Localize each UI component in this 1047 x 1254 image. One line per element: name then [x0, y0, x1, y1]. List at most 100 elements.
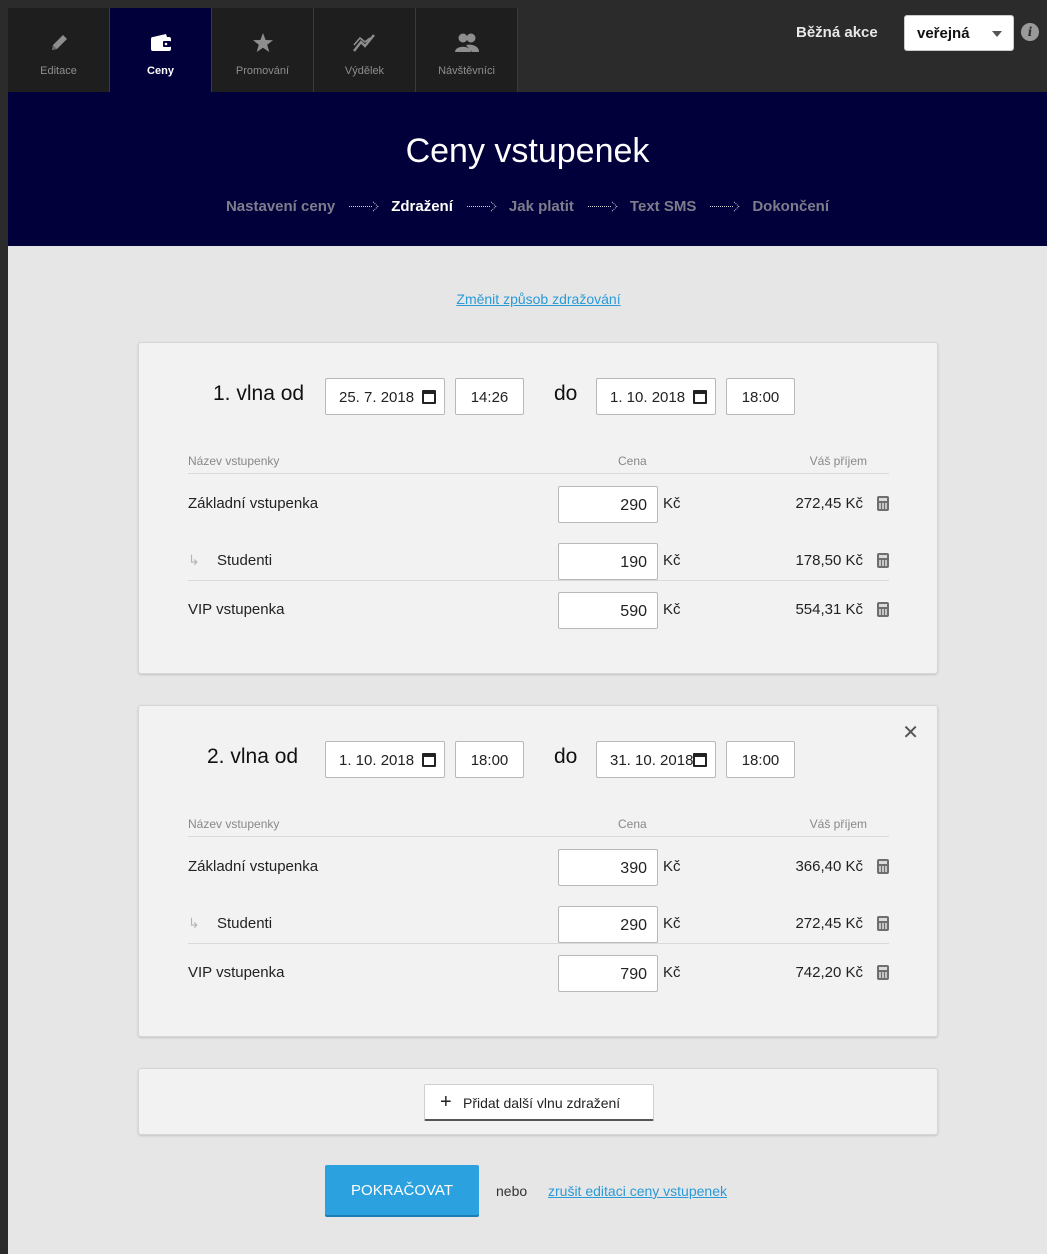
or-text: nebo [496, 1183, 528, 1199]
chart-line-icon [352, 30, 378, 56]
price-input[interactable]: 590 [558, 592, 658, 629]
to-time-field[interactable]: 18:00 [726, 378, 795, 415]
tab-label: Editace [40, 65, 77, 77]
to-date-value: 1. 10. 2018 [610, 389, 686, 406]
star-icon [250, 30, 276, 56]
tab-label: Promování [235, 65, 290, 77]
from-time-field[interactable]: 18:00 [455, 741, 524, 778]
calculator-icon[interactable] [877, 916, 889, 931]
calculator-icon[interactable] [877, 859, 889, 874]
page-header: Ceny vstupenek Nastavení ceny Zdražení J… [8, 92, 1047, 246]
income-value: 554,31 Kč [795, 601, 863, 618]
wave-label: 2. vlna od [207, 745, 299, 768]
ticket-name: Základní vstupenka [188, 858, 319, 875]
step-zdrazeni[interactable]: Zdražení [391, 198, 453, 215]
ticket-name: VIP vstupenka [188, 964, 285, 981]
step-progress: Nastavení ceny Zdražení Jak platit Text … [8, 198, 1047, 215]
step-arrow-icon [710, 202, 738, 212]
income-value: 178,50 Kč [795, 552, 863, 569]
step-jak-platit[interactable]: Jak platit [509, 198, 574, 215]
to-label: do [554, 745, 578, 768]
cancel-edit-link[interactable]: zrušit editaci ceny vstupenek [548, 1183, 727, 1199]
users-icon [454, 30, 480, 56]
plus-icon: + [440, 1091, 452, 1113]
calendar-icon [422, 753, 436, 767]
wave-card: 1. vlna od 25. 7. 2018 14:26 do 1. 10. 2… [138, 342, 938, 674]
wave-label: 1. vlna od [213, 382, 305, 405]
info-icon[interactable]: i [1021, 23, 1039, 41]
change-pricing-method-link[interactable]: Změnit způsob zdražování [0, 291, 1047, 307]
col-income-header: Váš příjem [809, 454, 867, 468]
ticket-name: Studenti [217, 552, 273, 569]
add-wave-button[interactable]: + Přidat další vlnu zdražení [424, 1084, 654, 1121]
wallet-icon [148, 30, 174, 56]
tab-promovani[interactable]: Promování [212, 8, 314, 92]
calculator-icon[interactable] [877, 553, 889, 568]
pencil-icon [46, 30, 72, 56]
main-tabs: Editace Ceny Promování Výdělek Návštěvní… [8, 8, 518, 92]
currency-label: Kč [663, 552, 681, 569]
ticket-name: VIP vstupenka [188, 601, 285, 618]
currency-label: Kč [663, 964, 681, 981]
ticket-name: Základní vstupenka [188, 495, 319, 512]
wave-card: ✕ 2. vlna od 1. 10. 2018 18:00 do 31. 10… [138, 705, 938, 1037]
price-input[interactable]: 290 [558, 486, 658, 523]
visibility-value: veřejná [917, 25, 970, 42]
from-date-field[interactable]: 1. 10. 2018 [325, 741, 445, 778]
tab-navstevnici[interactable]: Návštěvníci [416, 8, 518, 92]
col-price-header: Cena [618, 454, 647, 468]
add-wave-label: Přidat další vlnu zdražení [463, 1095, 621, 1111]
col-name-header: Název vstupenky [188, 817, 280, 831]
calculator-icon[interactable] [877, 602, 889, 617]
continue-button[interactable]: POKRAČOVAT [325, 1165, 479, 1215]
step-arrow-icon [466, 202, 495, 212]
tab-label: Návštěvníci [438, 65, 495, 77]
currency-label: Kč [663, 601, 681, 618]
income-value: 366,40 Kč [795, 858, 863, 875]
from-date-value: 25. 7. 2018 [339, 389, 415, 406]
calculator-icon[interactable] [877, 965, 889, 980]
to-date-field[interactable]: 31. 10. 2018 [596, 741, 716, 778]
to-label: do [554, 382, 578, 405]
price-input[interactable]: 790 [558, 955, 658, 992]
income-value: 272,45 Kč [795, 495, 863, 512]
sub-ticket-arrow-icon: ↳ [188, 915, 200, 931]
step-arrow-icon [349, 202, 377, 212]
currency-label: Kč [663, 915, 681, 932]
add-wave-card: + Přidat další vlnu zdražení [138, 1068, 938, 1135]
tab-editace[interactable]: Editace [8, 8, 110, 92]
calendar-icon [693, 390, 707, 404]
tab-label: Ceny [147, 65, 174, 77]
calendar-icon [422, 390, 436, 404]
to-date-value: 31. 10. 2018 [610, 752, 694, 769]
event-type-label: Běžná akce [796, 24, 878, 41]
step-arrow-icon [587, 202, 616, 212]
to-date-field[interactable]: 1. 10. 2018 [596, 378, 716, 415]
table-header: Název vstupenky Cena Váš příjem [188, 454, 889, 474]
from-date-field[interactable]: 25. 7. 2018 [325, 378, 445, 415]
col-name-header: Název vstupenky [188, 454, 280, 468]
tab-ceny[interactable]: Ceny [110, 8, 212, 92]
calculator-icon[interactable] [877, 496, 889, 511]
to-time-field[interactable]: 18:00 [726, 741, 795, 778]
visibility-select[interactable]: veřejná [904, 15, 1014, 51]
step-text-sms[interactable]: Text SMS [630, 198, 696, 215]
sub-ticket-arrow-icon: ↳ [188, 552, 200, 568]
close-icon[interactable]: ✕ [902, 720, 919, 745]
left-strip [0, 0, 8, 1254]
calendar-icon [693, 753, 707, 767]
from-time-field[interactable]: 14:26 [455, 378, 524, 415]
price-input[interactable]: 290 [558, 906, 658, 943]
tab-label: Výdělek [344, 65, 385, 77]
step-nastaveni-ceny[interactable]: Nastavení ceny [226, 198, 335, 215]
page-title: Ceny vstupenek [405, 132, 650, 170]
from-date-value: 1. 10. 2018 [339, 752, 415, 769]
currency-label: Kč [663, 495, 681, 512]
price-input[interactable]: 390 [558, 849, 658, 886]
col-income-header: Váš příjem [809, 817, 867, 831]
step-dokonceni[interactable]: Dokončení [752, 198, 829, 215]
income-value: 742,20 Kč [795, 964, 863, 981]
price-input[interactable]: 190 [558, 543, 658, 580]
tab-vydelek[interactable]: Výdělek [314, 8, 416, 92]
row-divider [188, 943, 889, 944]
